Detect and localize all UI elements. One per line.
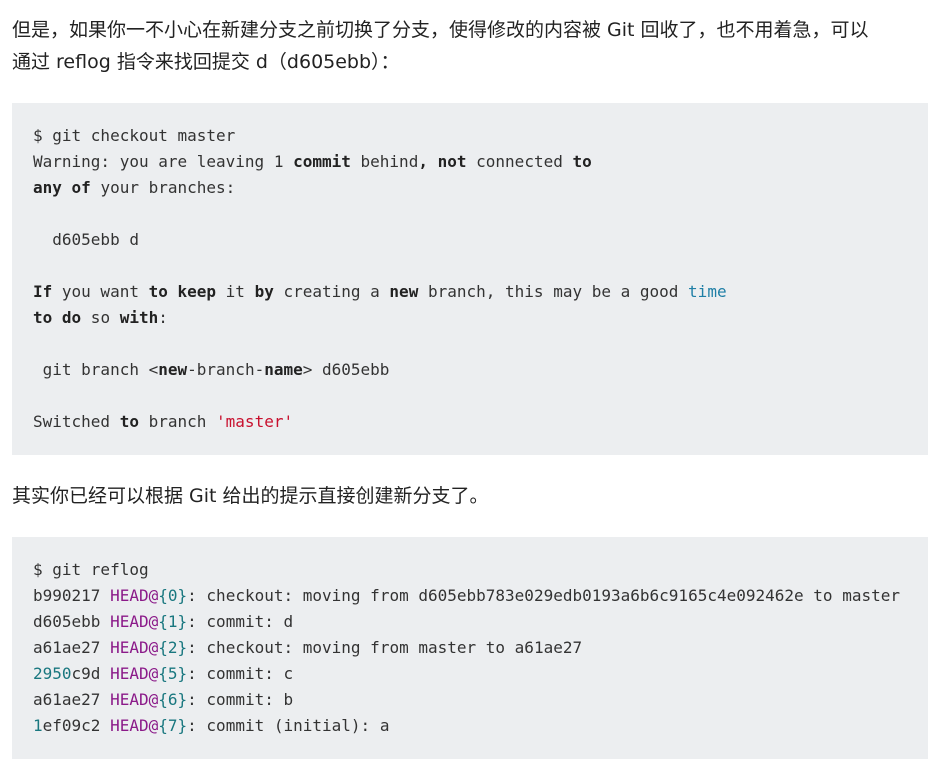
code-line: $ git checkout master	[33, 126, 236, 145]
reflog-row: b990217 HEAD@{0}: checkout: moving from …	[33, 586, 900, 605]
middle-paragraph: 其实你已经可以根据 Git 给出的提示直接创建新分支了。	[12, 480, 924, 512]
reflog-row: a61ae27 HEAD@{2}: checkout: moving from …	[33, 638, 583, 657]
code-line: any of your branches:	[33, 178, 236, 197]
checkout-code-block: $ git checkout master Warning: you are l…	[12, 103, 928, 455]
code-line: Switched to branch 'master'	[33, 412, 294, 431]
reflog-code-block: $ git reflog b990217 HEAD@{0}: checkout:…	[12, 537, 928, 759]
code-line: Warning: you are leaving 1 commit behind…	[33, 152, 592, 171]
intro-line-2: 通过 reflog 指令来找回提交 d（d605ebb）：	[12, 51, 400, 73]
intro-line-1: 但是，如果你一不小心在新建分支之前切换了分支，使得修改的内容被 Git 回收了，…	[12, 19, 869, 41]
reflog-row: 1ef09c2 HEAD@{7}: commit (initial): a	[33, 716, 390, 735]
code-line: git branch <new-branch-name> d605ebb	[33, 360, 390, 379]
code-line: If you want to keep it by creating a new…	[33, 282, 727, 301]
reflog-row: a61ae27 HEAD@{6}: commit: b	[33, 690, 294, 709]
code-line: $ git reflog	[33, 560, 149, 579]
reflog-row: 2950c9d HEAD@{5}: commit: c	[33, 664, 294, 683]
code-line: d605ebb d	[33, 230, 139, 249]
middle-text: 其实你已经可以根据 Git 给出的提示直接创建新分支了。	[12, 485, 489, 507]
code-line: to do so with:	[33, 308, 168, 327]
reflog-row: d605ebb HEAD@{1}: commit: d	[33, 612, 294, 631]
intro-paragraph: 但是，如果你一不小心在新建分支之前切换了分支，使得修改的内容被 Git 回收了，…	[12, 14, 924, 78]
